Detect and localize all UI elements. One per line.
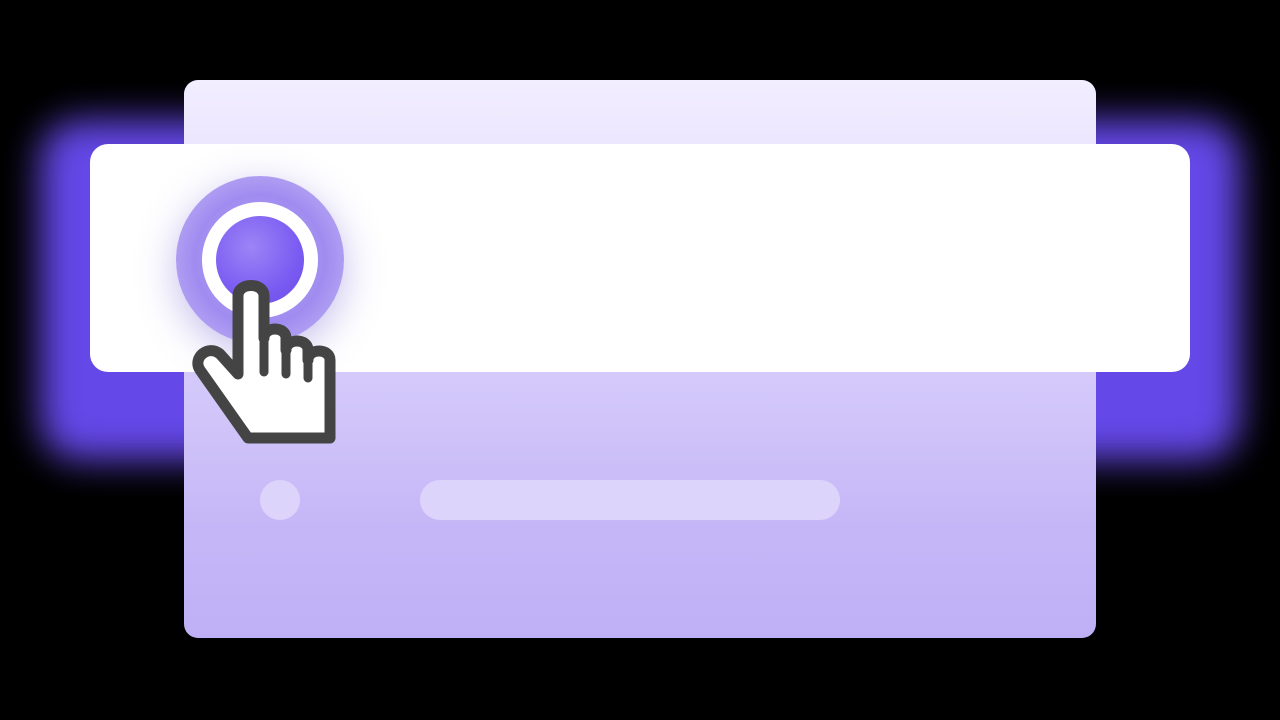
placeholder-dot [260,480,300,520]
hand-pointer-icon [192,280,336,444]
placeholder-text-bar [420,480,840,520]
illustration-stage [0,0,1280,720]
